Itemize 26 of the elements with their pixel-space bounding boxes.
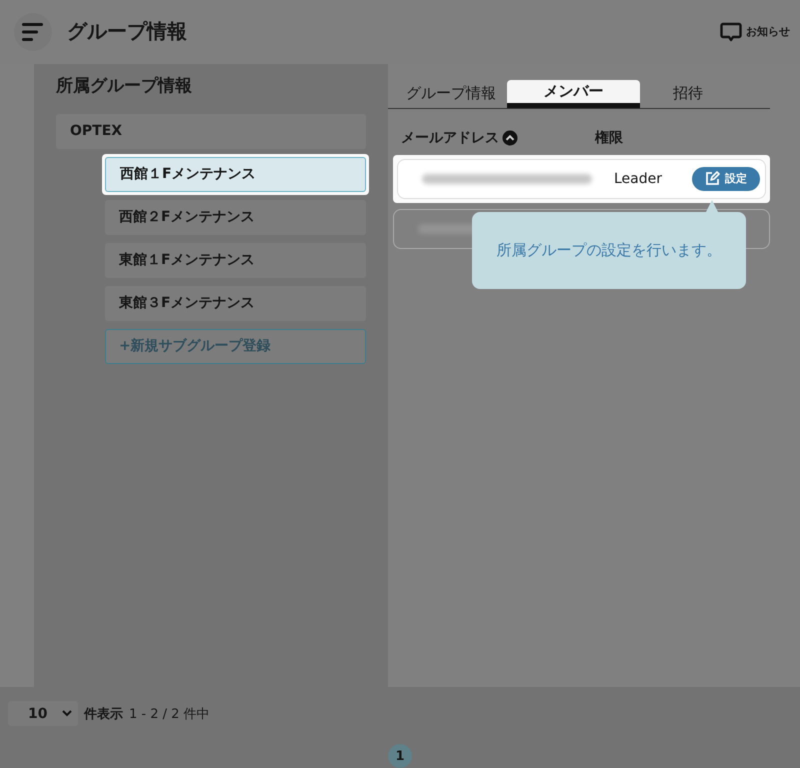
edit-icon	[705, 171, 720, 186]
tab[interactable]: 招待	[640, 80, 759, 108]
page-size-select[interactable]: 10	[8, 701, 78, 726]
group-item[interactable]: 西館２Fメンテナンス	[105, 200, 366, 235]
page-size-label: 件表示	[84, 706, 123, 722]
column-header[interactable]: メールアドレス	[401, 128, 499, 147]
section-heading: 所属グループ情報	[56, 74, 193, 97]
group-item[interactable]: 東館３Fメンテナンス	[105, 286, 366, 321]
group-item[interactable]: OPTEX	[56, 114, 366, 149]
notice-button[interactable]: お知らせ	[720, 22, 790, 42]
chevron-down-icon	[62, 710, 72, 717]
settings-button[interactable]: 設定	[692, 166, 760, 191]
result-range: 1 - 2 / 2 件中	[129, 706, 210, 722]
role-text: Leader	[614, 170, 664, 187]
column-header[interactable]: 権限	[595, 128, 623, 147]
group-item[interactable]: 東館１Fメンテナンス	[105, 242, 366, 278]
sort-ascending-icon[interactable]	[502, 130, 518, 146]
group-item[interactable]: 西館１Fメンテナンス	[105, 156, 366, 192]
menu-button[interactable]	[14, 12, 52, 51]
menu-icon	[21, 22, 45, 42]
page-title: グループ情報	[67, 18, 187, 46]
page-button[interactable]: 1	[388, 744, 412, 768]
tab[interactable]: グループ情報	[388, 80, 507, 108]
tooltip-text: 所属グループの設定を行います。	[496, 240, 722, 260]
tab[interactable]: メンバー	[507, 80, 640, 108]
message-icon	[720, 22, 742, 42]
